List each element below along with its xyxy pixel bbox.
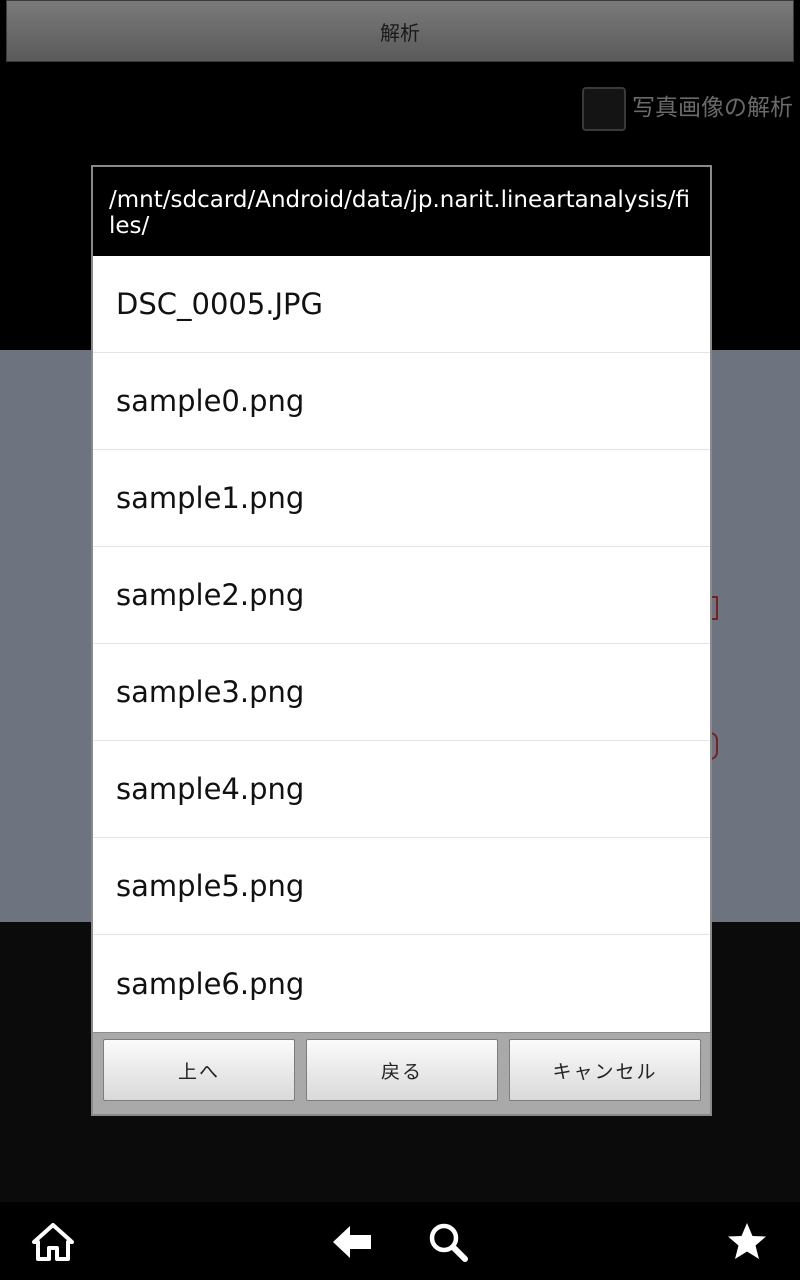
file-item-sample4[interactable]: sample4.png: [93, 741, 710, 838]
file-item-sample0[interactable]: sample0.png: [93, 353, 710, 450]
file-item-sample6[interactable]: sample6.png: [93, 935, 710, 1032]
analyze-button[interactable]: 解析: [6, 0, 794, 62]
file-item-sample2[interactable]: sample2.png: [93, 547, 710, 644]
dialog-path-title: /mnt/sdcard/Android/data/jp.narit.linear…: [93, 167, 710, 256]
back-arrow-icon[interactable]: [330, 1220, 374, 1264]
dialog-button-bar: 上へ 戻る キャンセル: [93, 1032, 710, 1114]
file-item-dsc-0005[interactable]: DSC_0005.JPG: [93, 256, 710, 353]
file-list: DSC_0005.JPG sample0.png sample1.png sam…: [93, 256, 710, 1032]
file-item-sample5[interactable]: sample5.png: [93, 838, 710, 935]
back-button[interactable]: 戻る: [306, 1039, 498, 1101]
home-icon[interactable]: [31, 1220, 75, 1264]
cancel-button[interactable]: キャンセル: [509, 1039, 701, 1101]
file-chooser-dialog: /mnt/sdcard/Android/data/jp.narit.linear…: [91, 165, 712, 1116]
search-icon[interactable]: [426, 1220, 470, 1264]
file-item-sample1[interactable]: sample1.png: [93, 450, 710, 547]
star-icon[interactable]: [725, 1220, 769, 1264]
file-item-sample3[interactable]: sample3.png: [93, 644, 710, 741]
photo-analysis-label: 写真画像の解析: [632, 95, 793, 121]
photo-analysis-checkbox[interactable]: [582, 87, 626, 131]
bottom-navigation-bar: [0, 1202, 800, 1280]
up-button[interactable]: 上へ: [103, 1039, 295, 1101]
